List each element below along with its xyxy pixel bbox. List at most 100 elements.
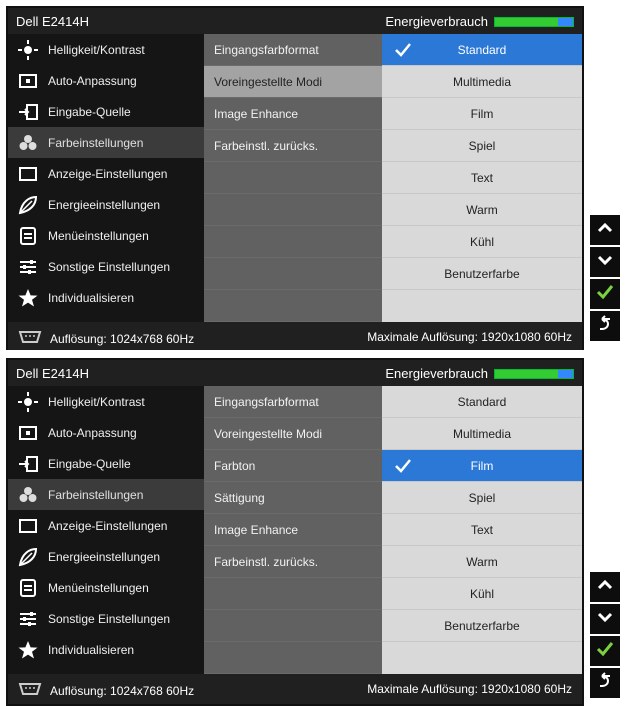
sidebar-item-other-settings[interactable]: Sonstige Einstellungen	[8, 603, 204, 634]
sidebar-item-energy-settings[interactable]: Energieeinstellungen	[8, 189, 204, 220]
option-warm[interactable]: Warm	[382, 194, 582, 226]
color-settings-icon	[18, 133, 38, 153]
monitor-title: Dell E2414H	[16, 366, 89, 381]
option-standard[interactable]: Standard	[382, 386, 582, 418]
option-film[interactable]: Film	[382, 450, 582, 482]
down-button[interactable]	[590, 604, 620, 634]
option-game[interactable]: Spiel	[382, 482, 582, 514]
menu-item[interactable]: Eingangsfarbformat	[204, 386, 382, 418]
max-resolution: Maximale Auflösung: 1920x1080 60Hz	[367, 682, 572, 696]
option-cool[interactable]: Kühl	[382, 578, 582, 610]
sidebar-item-color-settings[interactable]: Farbeinstellungen	[8, 127, 204, 158]
confirm-button[interactable]	[590, 636, 620, 666]
sidebar-item-personalize[interactable]: Individualisieren	[8, 634, 204, 665]
check-icon	[394, 457, 412, 478]
osd-window-top: Dell E2414H Energieverbrauch Helligkeit/…	[6, 6, 584, 354]
option-text[interactable]: Text	[382, 162, 582, 194]
option-multimedia[interactable]: Multimedia	[382, 66, 582, 98]
sidebar-item-auto-adjust[interactable]: Auto-Anpassung	[8, 65, 204, 96]
option-warm[interactable]: Warm	[382, 546, 582, 578]
sidebar-item-label: Menüeinstellungen	[48, 580, 149, 595]
options-panel: Standard Multimedia Film Spiel Text Warm…	[382, 386, 582, 678]
option-film[interactable]: Film	[382, 98, 582, 130]
energy-settings-icon	[18, 547, 38, 567]
sidebar-item-display-settings[interactable]: Anzeige-Einstellungen	[8, 158, 204, 189]
sidebar-item-brightness-contrast[interactable]: Helligkeit/Kontrast	[8, 386, 204, 417]
menu-item[interactable]: Sättigung	[204, 482, 382, 514]
sidebar-item-label: Eingabe-Quelle	[48, 104, 131, 119]
confirm-button[interactable]	[590, 279, 620, 309]
sidebar-item-brightness-contrast[interactable]: Helligkeit/Kontrast	[8, 34, 204, 65]
back-button[interactable]	[590, 668, 620, 698]
sidebar-item-label: Anzeige-Einstellungen	[48, 166, 168, 181]
sidebar: Helligkeit/Kontrast Auto-Anpassung Einga…	[8, 34, 204, 326]
up-button[interactable]	[590, 215, 620, 245]
auto-adjust-icon	[18, 423, 38, 443]
menu-item[interactable]: Farbeinstl. zurücks.	[204, 130, 382, 162]
sidebar-item-color-settings[interactable]: Farbeinstellungen	[8, 479, 204, 510]
menu-item-selected[interactable]: Voreingestellte Modi	[204, 66, 382, 98]
back-button[interactable]	[590, 311, 620, 341]
brightness-icon	[18, 39, 38, 60]
menu-item[interactable]: Voreingestellte Modi	[204, 418, 382, 450]
energy-label: Energieverbrauch	[385, 366, 488, 381]
menu-settings-icon	[18, 578, 38, 598]
option-label: Spiel	[468, 138, 496, 153]
sidebar-item-energy-settings[interactable]: Energieeinstellungen	[8, 541, 204, 572]
divider	[0, 350, 626, 358]
other-settings-icon	[18, 609, 38, 629]
up-button[interactable]	[590, 572, 620, 602]
menu-item[interactable]: Image Enhance	[204, 98, 382, 130]
sidebar-item-label: Eingabe-Quelle	[48, 456, 131, 471]
option-cool[interactable]: Kühl	[382, 226, 582, 258]
auto-adjust-icon	[18, 71, 38, 91]
menu-item[interactable]: Image Enhance	[204, 514, 382, 546]
sidebar-item-personalize[interactable]: Individualisieren	[8, 282, 204, 313]
check-icon	[394, 41, 412, 62]
sidebar-item-auto-adjust[interactable]: Auto-Anpassung	[8, 417, 204, 448]
current-resolution: Auflösung: 1024x768 60Hz	[50, 331, 195, 346]
sidebar: Helligkeit/Kontrast Auto-Anpassung Einga…	[8, 386, 204, 678]
input-source-icon	[18, 102, 38, 122]
nav-buttons-top	[590, 215, 620, 343]
sidebar-item-label: Farbeinstellungen	[48, 487, 144, 502]
energy-usage: Energieverbrauch	[385, 366, 574, 381]
sidebar-item-menu-settings[interactable]: Menüeinstellungen	[8, 572, 204, 603]
resolution: Auflösung: 1024x768 60Hz	[18, 682, 194, 699]
max-resolution: Maximale Auflösung: 1920x1080 60Hz	[367, 330, 572, 344]
option-multimedia[interactable]: Multimedia	[382, 418, 582, 450]
sidebar-item-menu-settings[interactable]: Menüeinstellungen	[8, 220, 204, 251]
osd-header: Dell E2414H Energieverbrauch	[8, 360, 582, 386]
menu-item[interactable]: Eingangsfarbformat	[204, 34, 382, 66]
menu-item-empty	[204, 194, 382, 226]
down-button[interactable]	[590, 247, 620, 277]
option-standard[interactable]: Standard	[382, 34, 582, 66]
options-panel: Standard Multimedia Film Spiel Text Warm…	[382, 34, 582, 326]
option-custom-color[interactable]: Benutzerfarbe	[382, 258, 582, 290]
option-game[interactable]: Spiel	[382, 130, 582, 162]
vga-port-icon	[18, 682, 42, 699]
sidebar-item-label: Sonstige Einstellungen	[48, 611, 171, 626]
chevron-down-icon	[596, 608, 614, 631]
menu-item[interactable]: Farbeinstl. zurücks.	[204, 546, 382, 578]
sidebar-item-input-source[interactable]: Eingabe-Quelle	[8, 448, 204, 479]
input-source-icon	[18, 454, 38, 474]
sidebar-item-display-settings[interactable]: Anzeige-Einstellungen	[8, 510, 204, 541]
vga-port-icon	[18, 330, 42, 347]
sidebar-item-other-settings[interactable]: Sonstige Einstellungen	[8, 251, 204, 282]
menu-item[interactable]: Farbton	[204, 450, 382, 482]
option-custom-color[interactable]: Benutzerfarbe	[382, 610, 582, 642]
energy-meter	[494, 368, 574, 379]
option-label: Multimedia	[452, 74, 512, 89]
back-arrow-icon	[595, 671, 615, 696]
option-text[interactable]: Text	[382, 514, 582, 546]
option-label: Kühl	[469, 234, 495, 249]
middle-panel: Eingangsfarbformat Voreingestellte Modi …	[204, 34, 382, 326]
sidebar-item-input-source[interactable]: Eingabe-Quelle	[8, 96, 204, 127]
menu-item-empty	[204, 226, 382, 258]
energy-usage: Energieverbrauch	[385, 14, 574, 29]
energy-label: Energieverbrauch	[385, 14, 488, 29]
option-label: Benutzerfarbe	[444, 618, 520, 633]
display-settings-icon	[18, 164, 38, 184]
menu-settings-icon	[18, 226, 38, 246]
